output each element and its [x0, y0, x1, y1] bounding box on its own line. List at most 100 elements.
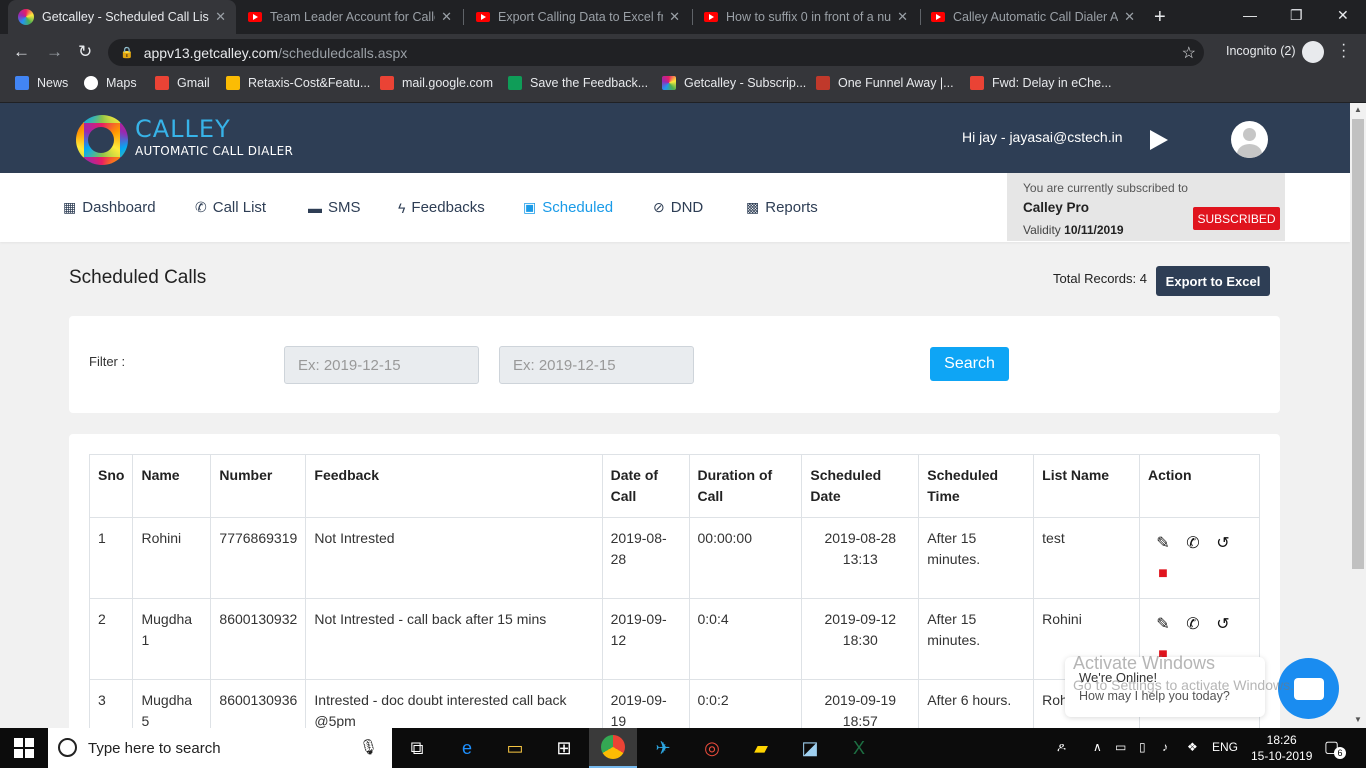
google-play-icon[interactable]	[1150, 130, 1168, 150]
sheets-icon	[508, 76, 522, 90]
bookmark-news[interactable]: News	[15, 76, 68, 90]
gmail-icon	[970, 76, 984, 90]
store-icon[interactable]: ⊞	[552, 736, 576, 760]
call-phone-icon[interactable]: ✆	[1178, 609, 1208, 639]
scroll-up-icon[interactable]: ▲	[1354, 105, 1362, 114]
history-icon[interactable]: ↺	[1208, 609, 1238, 639]
nav-call-list[interactable]: ✆ Call List	[195, 199, 266, 216]
scroll-down-icon[interactable]: ▼	[1354, 715, 1362, 724]
browser-menu-icon[interactable]: · · ·	[1341, 37, 1346, 65]
reload-icon[interactable]: ↻	[78, 42, 92, 62]
tab-title: How to suffix 0 in front of a nu	[726, 10, 892, 24]
microphone-icon[interactable]: 🎙	[359, 738, 378, 756]
edit-pencil-icon[interactable]: ✎	[1148, 528, 1178, 558]
incognito-label[interactable]: Incognito (2)	[1226, 44, 1295, 58]
nav-scheduled[interactable]: ▣ Scheduled	[523, 199, 613, 216]
url-bar[interactable]: 🔒 appv13.getcalley.com/scheduledcalls.as…	[108, 39, 1204, 66]
nav-reports[interactable]: ▩ Reports	[746, 199, 818, 216]
user-avatar[interactable]	[1231, 121, 1268, 158]
calley-favicon-icon	[662, 76, 676, 90]
nav-label: SMS	[328, 199, 361, 216]
bookmark-maps[interactable]: Maps	[84, 76, 137, 90]
search-button[interactable]: Search	[930, 347, 1009, 381]
taskbar-search-input[interactable]: Type here to search 🎙	[48, 728, 392, 768]
nav-sms[interactable]: ▬ SMS	[308, 199, 361, 216]
bookmark-fwd-delay[interactable]: Fwd: Delay in eChe...	[970, 76, 1112, 90]
edit-pencil-icon[interactable]: ✎	[1148, 609, 1178, 639]
incognito-icon[interactable]	[1302, 41, 1324, 63]
tab-getcalley[interactable]: Getcalley - Scheduled Call List ✕	[8, 0, 236, 34]
battery-icon[interactable]: ▭	[1115, 740, 1126, 754]
page-scrollbar[interactable]: ▲ ▼	[1350, 103, 1366, 728]
bookmark-one-funnel[interactable]: One Funnel Away |...	[816, 76, 954, 90]
subscribed-badge: SUBSCRIBED	[1193, 207, 1280, 230]
history-icon[interactable]: ↺	[1208, 528, 1238, 558]
nav-dashboard[interactable]: ▦ Dashboard	[63, 199, 156, 216]
close-window-icon[interactable]: ✕	[1337, 7, 1349, 24]
column-header: Date of Call	[601, 454, 690, 518]
close-tab-icon[interactable]: ✕	[669, 9, 680, 25]
close-tab-icon[interactable]: ✕	[1124, 9, 1135, 25]
tab-team-leader[interactable]: Team Leader Account for Calle ✕	[238, 0, 462, 34]
tray-chevron-icon[interactable]: ∧	[1093, 740, 1102, 754]
tab-suffix-zero[interactable]: How to suffix 0 in front of a nu ✕	[694, 0, 918, 34]
bookmark-label: Maps	[106, 76, 137, 90]
call-phone-icon[interactable]: ✆	[1178, 528, 1208, 558]
nav-label: Call List	[212, 199, 267, 216]
close-tab-icon[interactable]: ✕	[441, 9, 452, 25]
sticky-notes-icon[interactable]: ▰	[749, 736, 773, 760]
export-to-excel-button[interactable]: Export to Excel	[1156, 266, 1270, 296]
chat-greeting-bubble[interactable]: We're Online! How may I help you today?	[1065, 657, 1265, 717]
tab-export-calling[interactable]: Export Calling Data to Excel fro ✕	[466, 0, 690, 34]
forward-arrow-icon[interactable]: →	[46, 42, 63, 62]
tab-title: Getcalley - Scheduled Call List	[42, 10, 210, 24]
file-explorer-icon[interactable]: ▭	[503, 736, 527, 760]
nav-dnd[interactable]: ⊘ DND	[653, 199, 703, 216]
cell-scheduled-date: 2019-09-12 18:30	[801, 598, 920, 680]
chat-launcher-button[interactable]	[1278, 658, 1339, 719]
delete-trash-icon[interactable]: ■	[1148, 558, 1178, 588]
bookmark-mail-google[interactable]: mail.google.com	[380, 76, 493, 90]
bookmark-getcalley-subscription[interactable]: Getcalley - Subscrip...	[662, 76, 806, 90]
from-date-input[interactable]	[284, 346, 479, 384]
bookmark-label: One Funnel Away |...	[838, 76, 954, 90]
network-icon[interactable]: ▯	[1139, 740, 1146, 754]
excel-icon[interactable]: X	[847, 736, 871, 760]
tab-title: Team Leader Account for Calle	[270, 10, 436, 24]
close-tab-icon[interactable]: ✕	[897, 9, 908, 25]
tab-calley-dialer[interactable]: Calley Automatic Call Dialer Ap ✕	[921, 0, 1145, 34]
bookmark-star-icon[interactable]: ☆	[1182, 43, 1196, 63]
app-glass-icon[interactable]: ◪	[798, 736, 822, 760]
url-host: appv13.getcalley.com	[143, 44, 279, 61]
windows-start-icon[interactable]	[14, 738, 34, 758]
filter-label: Filter :	[89, 354, 126, 369]
to-date-input[interactable]	[499, 346, 694, 384]
bookmarks-bar: News Maps Gmail Retaxis-Cost&Featu... ma…	[0, 70, 1366, 103]
app-target-icon[interactable]: ◎	[700, 736, 724, 760]
system-clock[interactable]: 18:26 15-10-2019	[1251, 732, 1312, 764]
task-view-icon[interactable]: ⧉	[405, 736, 429, 760]
scroll-thumb[interactable]	[1352, 119, 1364, 569]
volume-icon[interactable]: ♪	[1162, 740, 1168, 754]
restore-window-icon[interactable]: ❐	[1290, 7, 1303, 24]
clock-date: 15-10-2019	[1251, 749, 1313, 763]
cell-scheduled-time: After 6 hours.	[918, 679, 1035, 734]
people-icon[interactable]: ዶ	[1057, 740, 1066, 755]
logo-title[interactable]: CALLEY	[135, 115, 231, 143]
clock-time: 18:26	[1266, 733, 1297, 747]
telegram-icon[interactable]: ✈	[651, 736, 675, 760]
minimize-window-icon[interactable]: —	[1243, 7, 1257, 23]
calley-logo-icon[interactable]	[76, 115, 128, 165]
new-tab-icon[interactable]: +	[1154, 6, 1166, 29]
bookmark-save-feedback[interactable]: Save the Feedback...	[508, 76, 648, 90]
cell-number: 7776869319	[210, 517, 307, 599]
bookmark-retaxis[interactable]: Retaxis-Cost&Featu...	[226, 76, 370, 90]
back-arrow-icon[interactable]: ←	[13, 42, 30, 62]
dropbox-icon[interactable]: ❖	[1187, 740, 1198, 754]
chrome-taskbar-icon[interactable]	[589, 728, 637, 768]
nav-feedbacks[interactable]: ϟ Feedbacks	[398, 199, 485, 216]
bookmark-gmail[interactable]: Gmail	[155, 76, 210, 90]
edge-browser-icon[interactable]: e	[455, 736, 479, 760]
language-indicator[interactable]: ENG	[1212, 740, 1238, 754]
close-tab-icon[interactable]: ✕	[215, 9, 226, 25]
